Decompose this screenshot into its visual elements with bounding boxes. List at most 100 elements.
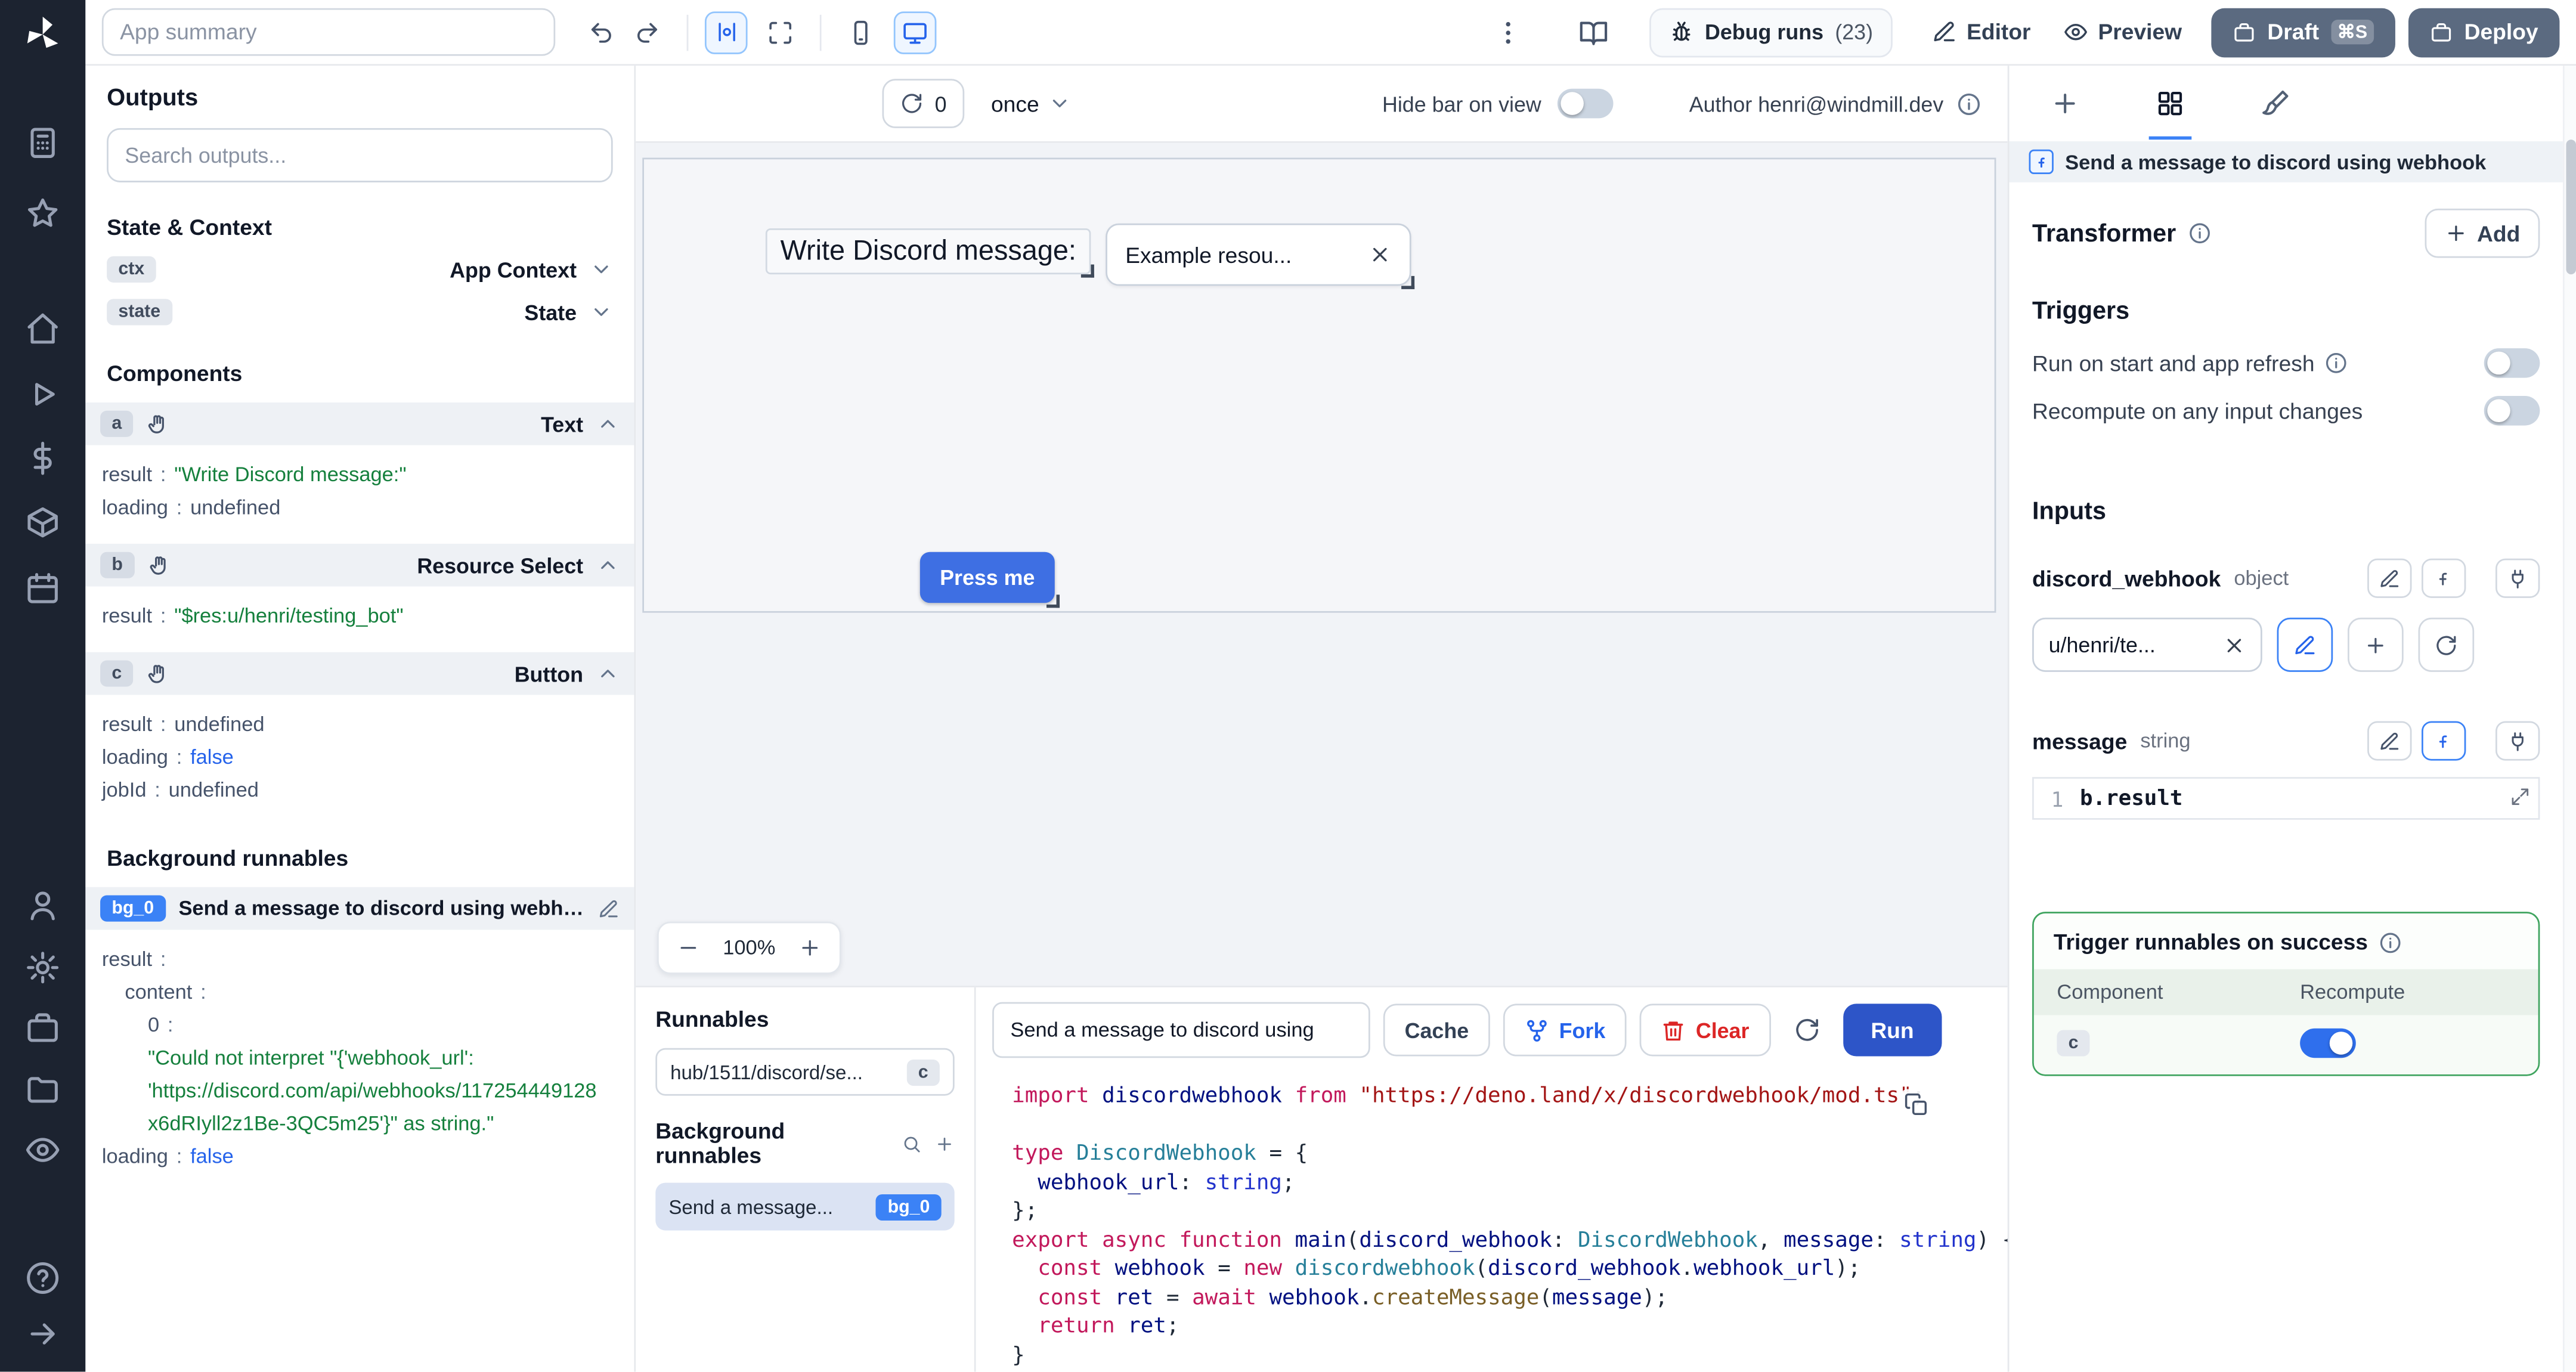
zoom-out-button[interactable] bbox=[664, 927, 713, 970]
fullscreen-button[interactable] bbox=[757, 9, 803, 55]
bg-runnable-header[interactable]: bg_0 Send a message to discord using web… bbox=[85, 887, 634, 930]
zoom-in-button[interactable] bbox=[785, 927, 835, 970]
edit-pencil-icon[interactable] bbox=[598, 898, 620, 919]
redo-button[interactable] bbox=[624, 9, 670, 55]
select-component-hand-icon[interactable] bbox=[147, 662, 170, 685]
output-row[interactable]: result: "Write Discord message:" bbox=[102, 462, 618, 490]
deploy-button[interactable]: Deploy bbox=[2408, 7, 2560, 57]
audit-logs-eye-icon[interactable] bbox=[24, 1132, 61, 1168]
info-icon[interactable] bbox=[2379, 931, 2402, 954]
refresh-script-icon[interactable] bbox=[1784, 1007, 1829, 1053]
users-icon[interactable] bbox=[24, 887, 61, 924]
code-editor[interactable]: import discordwebhook from "https://deno… bbox=[976, 1071, 2008, 1372]
output-row[interactable]: content: bbox=[102, 979, 618, 1007]
info-icon[interactable] bbox=[2324, 352, 2348, 375]
runs-icon[interactable] bbox=[24, 376, 61, 413]
text-component[interactable]: Write Discord message: bbox=[765, 228, 1095, 278]
component-settings-grid-icon[interactable] bbox=[2147, 67, 2193, 140]
variables-icon[interactable] bbox=[24, 440, 61, 476]
run-button[interactable]: Run bbox=[1843, 1004, 1942, 1057]
resize-handle[interactable] bbox=[1401, 275, 1415, 289]
folders-icon[interactable] bbox=[24, 1071, 61, 1107]
undo-button[interactable] bbox=[578, 9, 624, 55]
static-pencil-icon[interactable] bbox=[2367, 721, 2412, 761]
runnable-item[interactable]: hub/1511/discord/se... c bbox=[655, 1048, 955, 1096]
scrollbar-track[interactable] bbox=[2562, 66, 2576, 1372]
output-row[interactable]: loading: false bbox=[102, 744, 618, 772]
more-menu-button[interactable] bbox=[1485, 9, 1531, 55]
output-row[interactable]: jobId: undefined bbox=[102, 777, 618, 805]
copy-icon[interactable] bbox=[1900, 1089, 1932, 1120]
home-icon[interactable] bbox=[24, 311, 61, 347]
output-row[interactable]: result: "$res:u/henri/testing_bot" bbox=[102, 603, 618, 631]
state-row[interactable]: state State bbox=[107, 299, 613, 326]
eval-function-icon[interactable] bbox=[2422, 558, 2466, 598]
collapse-chevron-up-icon[interactable] bbox=[596, 553, 620, 577]
connect-plug-icon[interactable] bbox=[2495, 721, 2540, 761]
message-expression-editor[interactable]: 1 b.result bbox=[2032, 777, 2540, 820]
scrollbar-thumb[interactable] bbox=[2566, 140, 2576, 275]
recompute-on-input-toggle[interactable] bbox=[2484, 395, 2540, 426]
clear-x-icon[interactable] bbox=[2223, 633, 2246, 656]
chevron-down-icon[interactable] bbox=[590, 258, 613, 281]
select-component-hand-icon[interactable] bbox=[147, 413, 170, 436]
edit-resource-pencil-icon[interactable] bbox=[2277, 617, 2333, 672]
bg-runnable-item-selected[interactable]: Send a message... bg_0 bbox=[655, 1182, 955, 1231]
docs-book-icon[interactable] bbox=[1570, 9, 1616, 55]
resize-handle[interactable] bbox=[1081, 264, 1095, 278]
button-component[interactable]: Press me bbox=[919, 552, 1060, 608]
connect-plug-icon[interactable] bbox=[2495, 558, 2540, 598]
app-summary-input[interactable] bbox=[101, 8, 556, 56]
mobile-view-button[interactable] bbox=[838, 9, 884, 55]
refresh-count-button[interactable]: 0 bbox=[882, 79, 965, 128]
output-row[interactable]: result: undefined bbox=[102, 711, 618, 739]
resource-select-component[interactable]: Example resou... bbox=[1106, 223, 1415, 289]
collapse-chevron-up-icon[interactable] bbox=[596, 413, 620, 436]
run-mode-dropdown[interactable]: once bbox=[991, 91, 1070, 116]
theme-brush-icon[interactable] bbox=[2252, 67, 2298, 140]
align-components-button[interactable] bbox=[704, 10, 748, 54]
insert-component-plus-icon[interactable] bbox=[2042, 67, 2088, 140]
component-b-header[interactable]: b Resource Select bbox=[85, 543, 634, 587]
cache-button[interactable]: Cache bbox=[1383, 1004, 1490, 1057]
static-pencil-icon[interactable] bbox=[2367, 558, 2412, 598]
run-on-start-toggle[interactable] bbox=[2484, 348, 2540, 378]
resources-icon[interactable] bbox=[24, 504, 61, 541]
refresh-resource-icon[interactable] bbox=[2418, 617, 2475, 672]
eval-function-icon[interactable] bbox=[2422, 721, 2466, 761]
preview-tab-button[interactable]: Preview bbox=[2051, 7, 2196, 57]
schedules-icon[interactable] bbox=[24, 570, 61, 606]
output-row[interactable]: 0: bbox=[102, 1012, 618, 1040]
collapse-chevron-up-icon[interactable] bbox=[596, 662, 620, 685]
resize-handle[interactable] bbox=[1046, 594, 1060, 608]
fork-button[interactable]: Fork bbox=[1503, 1004, 1627, 1057]
expand-editor-icon[interactable] bbox=[2510, 787, 2530, 807]
search-outputs-input[interactable] bbox=[107, 128, 613, 182]
select-component-hand-icon[interactable] bbox=[147, 553, 171, 577]
clear-button[interactable]: Clear bbox=[1640, 1004, 1771, 1057]
component-c-header[interactable]: c Button bbox=[85, 652, 634, 695]
debug-runs-button[interactable]: Debug runs (23) bbox=[1649, 7, 1893, 57]
save-draft-button[interactable]: Draft ⌘S bbox=[2211, 7, 2395, 57]
add-runnable-plus-icon[interactable] bbox=[935, 1133, 955, 1154]
search-icon[interactable] bbox=[902, 1133, 922, 1154]
output-row[interactable]: loading: false bbox=[102, 1144, 618, 1172]
app-frame[interactable]: Write Discord message: Example resou... … bbox=[642, 157, 1996, 613]
favorites-star-icon[interactable] bbox=[24, 196, 61, 232]
info-icon[interactable] bbox=[1956, 91, 1981, 116]
clear-x-icon[interactable] bbox=[1368, 243, 1392, 267]
desktop-view-button[interactable] bbox=[893, 10, 937, 54]
script-title-input[interactable]: Send a message to discord using bbox=[992, 1002, 1370, 1058]
settings-gear-icon[interactable] bbox=[24, 949, 61, 986]
hide-bar-toggle[interactable] bbox=[1558, 88, 1614, 119]
help-icon[interactable] bbox=[24, 1260, 61, 1296]
editor-tab-button[interactable]: Editor bbox=[1919, 7, 2044, 57]
ctx-row[interactable]: ctx App Context bbox=[107, 256, 613, 283]
component-a-header[interactable]: a Text bbox=[85, 402, 634, 445]
info-icon[interactable] bbox=[2188, 222, 2211, 245]
workers-icon[interactable] bbox=[24, 1010, 61, 1046]
output-row[interactable]: result: bbox=[102, 946, 618, 974]
windmill-logo[interactable] bbox=[21, 13, 64, 56]
resource-value-box[interactable]: u/henri/te... bbox=[2032, 617, 2262, 672]
output-row[interactable]: loading: undefined bbox=[102, 494, 618, 522]
